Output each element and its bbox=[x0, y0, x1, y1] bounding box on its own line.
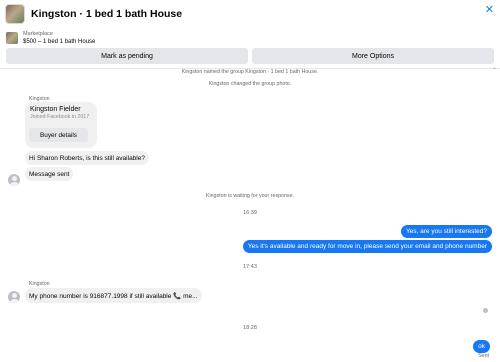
outgoing-message[interactable]: Yes it's available and ready for move in… bbox=[242, 240, 492, 253]
profile-card: Kingston Fielder Joined Facebook in 2017… bbox=[25, 102, 97, 148]
close-icon[interactable]: ✕ bbox=[485, 3, 494, 16]
avatar[interactable] bbox=[8, 291, 20, 303]
outgoing-message[interactable]: ok bbox=[473, 340, 490, 353]
listing-summary[interactable]: Marketplace $500 – 1 bed 1 bath House bbox=[6, 30, 95, 46]
listing-source: Marketplace bbox=[23, 31, 53, 37]
listing-actions: Mark as pending More Options bbox=[6, 48, 494, 64]
sent-status: Sent bbox=[478, 353, 489, 359]
system-message-photo: Kingston changed the group photo. bbox=[208, 81, 292, 87]
system-message-named: Kingston named the group Kingston · 1 be… bbox=[181, 69, 319, 75]
sender-name: Kingston bbox=[29, 281, 50, 287]
buyer-details-button[interactable]: Buyer details bbox=[29, 128, 88, 142]
listing-price: $500 – 1 bed 1 bath House bbox=[23, 39, 96, 45]
avatar[interactable] bbox=[8, 174, 20, 186]
timestamp: 17:43 bbox=[243, 264, 257, 270]
read-receipt-avatar bbox=[483, 308, 488, 313]
conversation-title[interactable]: Kingston · 1 bed 1 bath House bbox=[31, 8, 182, 20]
listing-thumbnail[interactable] bbox=[5, 3, 25, 24]
incoming-message[interactable]: Hi Sharon Roberts, is this still availab… bbox=[25, 151, 149, 165]
outgoing-message[interactable]: Yes, are you still interested? bbox=[400, 225, 492, 238]
conversation-header: Kingston · 1 bed 1 bath House ✕ bbox=[0, 0, 500, 27]
mark-as-pending-button[interactable]: Mark as pending bbox=[6, 48, 248, 64]
incoming-message[interactable]: My phone number is 916877.1998 if still … bbox=[25, 288, 202, 303]
more-options-button[interactable]: More Options bbox=[252, 48, 494, 64]
listing-mini-thumbnail bbox=[6, 32, 18, 44]
timestamp: 16:39 bbox=[243, 210, 257, 216]
profile-name[interactable]: Kingston Fielder bbox=[30, 106, 92, 113]
system-message-waiting: Kingston is waiting for your response. bbox=[205, 193, 295, 199]
profile-joined: Joined Facebook in 2017 bbox=[30, 114, 90, 120]
timestamp: 18:28 bbox=[243, 325, 257, 331]
incoming-message[interactable]: Message sent bbox=[25, 167, 74, 181]
